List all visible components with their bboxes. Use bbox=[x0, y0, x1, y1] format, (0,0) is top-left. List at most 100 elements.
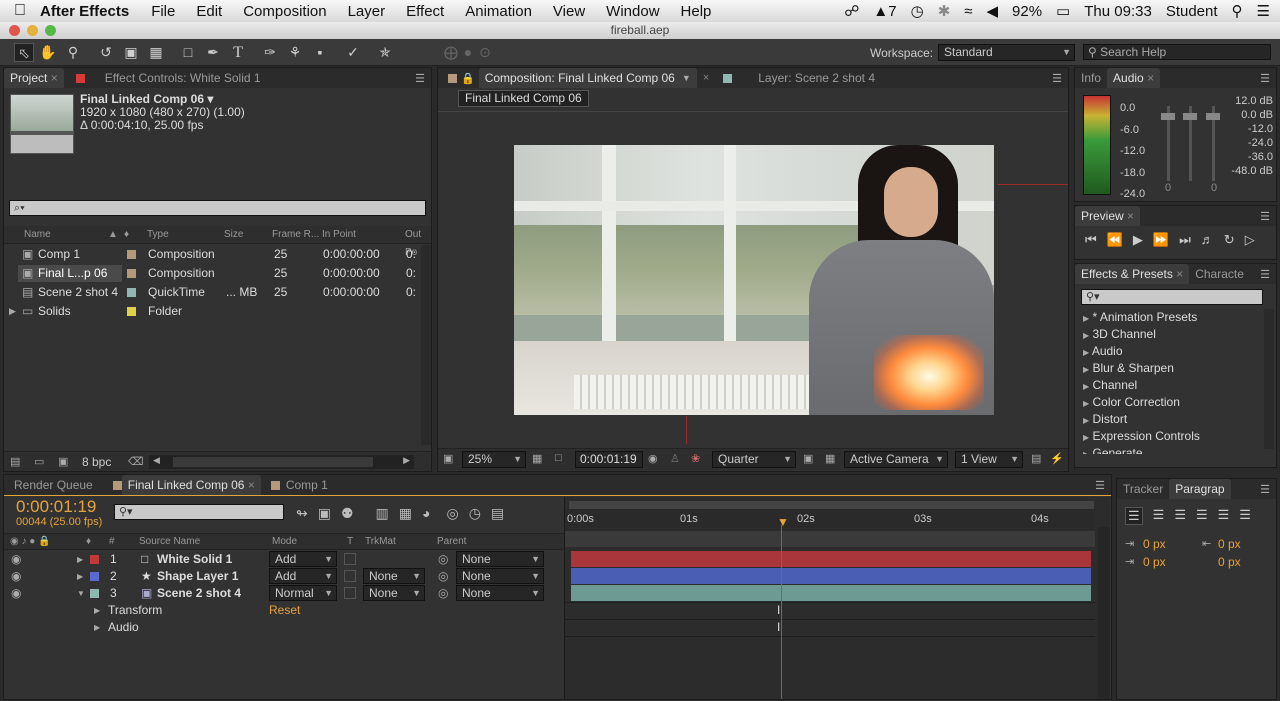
motion-blur-icon[interactable]: ▦ bbox=[399, 505, 412, 522]
current-time-indicator[interactable] bbox=[781, 525, 782, 699]
effects-item[interactable]: ▶ * Animation Presets bbox=[1083, 309, 1197, 326]
blend-mode-select[interactable]: Normal ▼ bbox=[269, 585, 337, 601]
adobe-icon[interactable]: ▲7 bbox=[873, 3, 896, 20]
user-name[interactable]: Student bbox=[1166, 3, 1218, 20]
next-frame-icon[interactable]: ⏩ bbox=[1153, 232, 1169, 248]
indent-right-value[interactable]: 0 px bbox=[1218, 537, 1241, 551]
parent-select[interactable]: None ▼ bbox=[456, 585, 544, 601]
effects-item[interactable]: ▶ Audio bbox=[1083, 343, 1123, 360]
tab-render-queue[interactable]: Render Queue bbox=[4, 475, 99, 495]
last-frame-icon[interactable]: ⏭ bbox=[1179, 232, 1191, 248]
hand-tool-icon[interactable]: ✋ bbox=[38, 43, 58, 62]
layer-bar-scene-shot[interactable] bbox=[571, 585, 1091, 601]
blend-mode-select[interactable]: Add ▼ bbox=[269, 568, 337, 584]
col-size[interactable]: Size bbox=[224, 226, 243, 244]
eye-icon[interactable]: ◉ bbox=[11, 568, 21, 585]
region-of-interest-icon[interactable]: ▣ bbox=[803, 452, 813, 465]
pickwhip-icon[interactable]: ◎ bbox=[438, 585, 448, 602]
tab-audio[interactable]: Audio × bbox=[1107, 68, 1161, 88]
pickwhip-icon[interactable]: ◎ bbox=[438, 568, 448, 585]
effects-item[interactable]: ▶ Expression Controls bbox=[1083, 428, 1200, 445]
magnification-select[interactable]: 25% ▼ bbox=[462, 451, 526, 468]
menu-layer[interactable]: Layer bbox=[348, 3, 386, 20]
toggle-pixel-aspect-icon[interactable]: ▤ bbox=[1031, 452, 1041, 465]
col-inpoint[interactable]: In Point bbox=[322, 226, 356, 244]
fast-previews-icon[interactable]: ⚡ bbox=[1050, 452, 1064, 465]
property-group[interactable]: ▶ Transform Reset bbox=[4, 602, 564, 619]
zoom-tool-icon[interactable]: ⚲ bbox=[63, 43, 83, 62]
col-type[interactable]: Type bbox=[147, 226, 169, 244]
project-row[interactable]: ▣ Final L...p 06 Composition 25 0:00:00:… bbox=[4, 264, 431, 283]
pen-tool-icon[interactable]: ✒ bbox=[203, 43, 223, 62]
pickwhip-icon[interactable]: ◎ bbox=[438, 551, 448, 568]
menu-window[interactable]: Window bbox=[606, 3, 659, 20]
clone-stamp-tool-icon[interactable]: ⚘ bbox=[285, 43, 305, 62]
always-preview-icon[interactable]: ▣ bbox=[443, 452, 453, 465]
tab-project[interactable]: Project × bbox=[4, 68, 64, 88]
puppet-tool-icon[interactable]: ✯ bbox=[375, 43, 395, 62]
layer-label-swatch[interactable] bbox=[90, 589, 99, 598]
ram-preview-icon[interactable]: ▷ bbox=[1245, 232, 1255, 248]
roto-brush-tool-icon[interactable]: ✓ bbox=[343, 43, 363, 62]
loop-icon[interactable]: ↻ bbox=[1224, 232, 1235, 248]
av-features-icon[interactable]: ◉ ♪ ● 🔒 bbox=[10, 534, 51, 549]
first-line-indent-value[interactable]: 0 px bbox=[1143, 555, 1166, 569]
layer-name[interactable]: Scene 2 shot 4 bbox=[157, 585, 241, 602]
menu-composition[interactable]: Composition bbox=[243, 3, 326, 20]
tab-preview[interactable]: Preview × bbox=[1075, 206, 1141, 226]
time-ruler[interactable]: 0:00s 01s 02s 03s 04s bbox=[565, 509, 1095, 531]
graph-editor-icon[interactable]: ▤ bbox=[491, 505, 504, 522]
property-group[interactable]: ▶ Audio bbox=[4, 619, 564, 636]
project-row[interactable]: ▤ Scene 2 shot 4 QuickTime ... MB 25 0:0… bbox=[4, 283, 431, 302]
tab-character[interactable]: Characte bbox=[1189, 264, 1250, 284]
close-icon[interactable]: × bbox=[51, 71, 58, 85]
label-tag-icon[interactable]: ♦ bbox=[124, 226, 129, 244]
zoom-button[interactable] bbox=[45, 25, 56, 36]
layer-name[interactable]: White Solid 1 bbox=[157, 551, 232, 568]
reset-link[interactable]: Reset bbox=[269, 602, 300, 619]
close-icon[interactable]: × bbox=[1176, 267, 1183, 281]
preserve-transparency-checkbox[interactable] bbox=[344, 553, 356, 565]
col-trkmat[interactable]: TrkMat bbox=[365, 534, 396, 549]
expand-arrow-icon[interactable]: ▶ bbox=[9, 302, 16, 321]
col-outpoint[interactable]: Out Po bbox=[405, 226, 431, 258]
panel-menu-icon[interactable]: ☰ bbox=[1052, 72, 1062, 85]
list-icon[interactable]: ☰ bbox=[1257, 2, 1270, 20]
layer-bar-shape-layer[interactable] bbox=[571, 568, 1091, 584]
menu-view[interactable]: View bbox=[553, 3, 585, 20]
trkmat-select[interactable]: None ▼ bbox=[363, 585, 425, 601]
time-machine-icon[interactable]: ◷ bbox=[911, 2, 924, 20]
slider-thumb[interactable] bbox=[1161, 113, 1175, 120]
layer-bar-white-solid[interactable] bbox=[571, 551, 1091, 567]
expand-arrow-icon[interactable]: ▶ bbox=[77, 551, 83, 568]
spotlight-icon[interactable]: ⚲ bbox=[1232, 2, 1243, 20]
eraser-tool-icon[interactable]: ▪ bbox=[310, 43, 330, 62]
space-before-value[interactable]: 0 px bbox=[1218, 555, 1241, 569]
draft-3d-icon[interactable]: ▣ bbox=[318, 505, 331, 522]
panel-menu-icon[interactable]: ☰ bbox=[1260, 72, 1270, 85]
interpret-footage-icon[interactable]: ▤ bbox=[10, 455, 20, 468]
blend-mode-select[interactable]: Add ▼ bbox=[269, 551, 337, 567]
comp-name[interactable]: Final Linked Comp 06 ▾ bbox=[80, 92, 213, 106]
battery-percent[interactable]: 92% bbox=[1012, 3, 1042, 20]
camera-select[interactable]: Active Camera ▼ bbox=[844, 451, 948, 468]
scroll-left-icon[interactable]: ◀ bbox=[153, 455, 160, 466]
current-time-field[interactable]: 0:00:01:19 bbox=[575, 451, 643, 468]
lock-icon[interactable]: 🔒 bbox=[461, 72, 475, 85]
layer-label-swatch[interactable] bbox=[90, 572, 99, 581]
play-icon[interactable]: ▶ bbox=[1133, 232, 1143, 248]
justify-all-icon[interactable]: ☰ bbox=[1239, 507, 1251, 525]
project-row[interactable]: ▶ ▭ Solids Folder bbox=[4, 302, 431, 321]
close-icon[interactable]: × bbox=[703, 72, 709, 84]
trash-icon[interactable]: ⌫ bbox=[128, 455, 144, 468]
sort-up-icon[interactable]: ▲ bbox=[108, 226, 118, 244]
parent-select[interactable]: None ▼ bbox=[456, 568, 544, 584]
close-icon[interactable]: × bbox=[248, 478, 255, 492]
effects-item[interactable]: ▶ Blur & Sharpen bbox=[1083, 360, 1174, 377]
slider-thumb[interactable] bbox=[1206, 113, 1220, 120]
panel-menu-icon[interactable]: ☰ bbox=[415, 72, 425, 85]
align-right-icon[interactable]: ☰ bbox=[1174, 507, 1186, 525]
layer-label-swatch[interactable] bbox=[90, 555, 99, 564]
scroll-thumb[interactable] bbox=[173, 457, 373, 467]
safe-zones-icon[interactable]: ▦ bbox=[532, 452, 542, 465]
